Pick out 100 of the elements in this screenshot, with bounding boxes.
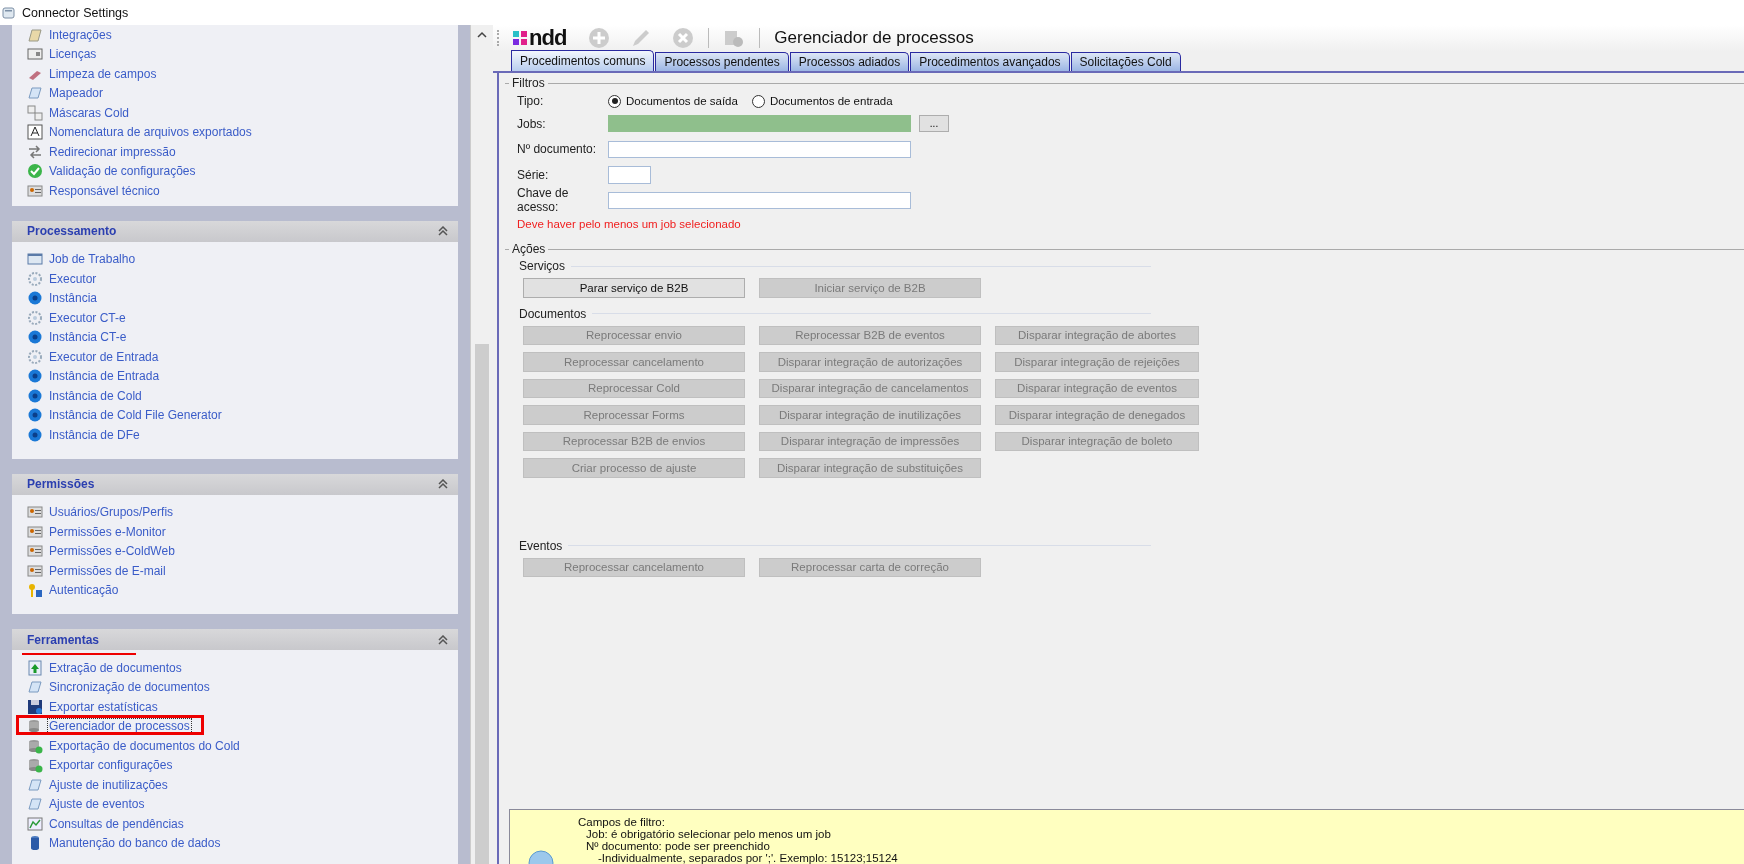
sidebar-link[interactable]: Licenças xyxy=(48,47,98,62)
sidebar-link[interactable]: Mapeador xyxy=(48,86,105,101)
field-label: Tipo: xyxy=(517,94,545,108)
panel-title: Ferramentas xyxy=(27,632,100,647)
key-icon xyxy=(27,582,43,599)
radio-option[interactable]: Documentos de saída xyxy=(608,94,738,108)
panel-title: Processamento xyxy=(27,224,117,238)
sidebar-link[interactable]: Consultas de pendências xyxy=(48,816,185,831)
id-card-icon xyxy=(27,504,43,521)
sidebar-link[interactable]: Permissões e-Monitor xyxy=(48,524,167,539)
gear-icon xyxy=(27,290,43,307)
sidebar-link[interactable]: Executor xyxy=(48,271,98,286)
sidebar-link[interactable]: Manutenção do banco de dados xyxy=(48,836,222,851)
panel-header[interactable]: Permissões xyxy=(12,473,458,495)
input-field[interactable] xyxy=(608,140,911,158)
help-text: Campos de filtro: xyxy=(578,816,666,828)
sidebar-link[interactable]: Instância xyxy=(48,291,99,306)
sidebar-link[interactable]: Redirecionar impressão xyxy=(48,144,177,159)
sidebar-link[interactable]: Executor de Entrada xyxy=(48,349,160,364)
close-icon[interactable] xyxy=(672,27,695,49)
group-title: Ações xyxy=(512,242,546,256)
upload-icon xyxy=(27,659,43,676)
collapse-icon[interactable] xyxy=(438,226,448,236)
panel-title: Permissões xyxy=(27,477,95,491)
action-button[interactable]: Parar serviço de B2B xyxy=(523,278,745,298)
sidebar-link[interactable]: Gerenciador de processos xyxy=(48,719,191,734)
error-message: Deve haver pelo menos um job selecionado xyxy=(516,218,742,230)
sidebar-link[interactable]: Instância de Cold File Generator xyxy=(48,408,223,423)
id-card-icon xyxy=(27,523,43,540)
sidebar-link[interactable]: Extração de documentos xyxy=(48,660,183,675)
caret-icon[interactable] xyxy=(477,31,487,39)
gear-icon xyxy=(27,309,43,326)
id-card-icon xyxy=(27,182,43,199)
sidebar-link[interactable]: Ajuste de inutilizações xyxy=(48,777,169,792)
scrollbar-thumb[interactable] xyxy=(475,344,489,864)
sidebar-link[interactable]: Exportar estatísticas xyxy=(48,699,159,714)
input-field[interactable] xyxy=(608,165,651,184)
sidebar-link[interactable]: Instância de Entrada xyxy=(48,369,161,384)
tab[interactable]: Procedimentos comuns xyxy=(511,50,655,71)
sidebar-link[interactable]: Instância de Cold xyxy=(48,388,143,403)
arrows-icon xyxy=(27,143,43,160)
browse-button[interactable]: ... xyxy=(919,115,949,133)
id-card-icon xyxy=(27,562,43,579)
sidebar-link[interactable]: Job de Trabalho xyxy=(48,252,137,267)
group-title: Filtros xyxy=(512,76,545,90)
sidebar-link[interactable]: Nomenclatura de arquivos exportados xyxy=(48,125,253,140)
logo-icon xyxy=(513,31,527,45)
input-field[interactable] xyxy=(608,191,911,209)
sidebar-link[interactable]: Instância de DFe xyxy=(48,427,141,442)
database-icon xyxy=(27,757,43,774)
panel-header[interactable]: Processamento xyxy=(12,220,458,242)
info-icon xyxy=(528,850,554,864)
tab[interactable]: Procedimentos avançados xyxy=(910,52,1070,71)
sidebar-link[interactable]: Responsável técnico xyxy=(48,183,161,198)
sidebar-link[interactable]: Integrações xyxy=(48,27,113,42)
sidebar-link[interactable]: Instância CT-e xyxy=(48,330,128,345)
gear-icon xyxy=(27,387,43,404)
radio-button[interactable] xyxy=(751,94,765,108)
app-icon xyxy=(2,5,16,20)
sidebar-link[interactable]: Usuários/Grupos/Perfis xyxy=(48,505,175,520)
radio-button[interactable] xyxy=(608,94,621,108)
check-icon xyxy=(27,163,43,180)
sidebar-link[interactable]: Permissões de E-mail xyxy=(48,563,167,578)
sidebar-link[interactable]: Máscaras Cold xyxy=(48,105,131,120)
id-card-icon xyxy=(27,543,43,560)
gear-icon xyxy=(27,270,43,287)
sheet-icon xyxy=(27,776,43,793)
help-text: Nº documento: pode ser preenchido xyxy=(585,840,771,852)
gear-icon xyxy=(27,348,43,365)
sheet-icon xyxy=(27,679,43,696)
sidebar-link[interactable]: Exportação de documentos do Cold xyxy=(48,738,241,753)
sidebar-link[interactable]: Autenticação xyxy=(48,583,120,598)
gear-icon xyxy=(27,329,43,346)
collapse-icon[interactable] xyxy=(438,634,448,645)
sidebar-link[interactable]: Permissões e-ColdWeb xyxy=(48,544,176,559)
logo-text: ndd xyxy=(529,27,567,49)
group-title: Eventos xyxy=(519,538,563,553)
letter-icon xyxy=(27,124,43,141)
tab[interactable]: Processos adiados xyxy=(789,52,910,71)
page-title: Gerenciador de processos xyxy=(774,28,974,48)
sidebar-link[interactable]: Ajuste de eventos xyxy=(48,797,146,812)
radio-option[interactable]: Documentos de entrada xyxy=(751,94,893,108)
sidebar-link[interactable]: Exportar configurações xyxy=(48,758,174,773)
tab[interactable]: Processos pendentes xyxy=(655,52,789,71)
gear-icon xyxy=(27,426,43,443)
add-icon[interactable] xyxy=(588,27,611,49)
sidebar-link[interactable]: Validação de configurações xyxy=(48,164,197,179)
collapse-icon[interactable] xyxy=(438,479,448,489)
help-text: -Individualmente, separados por ';'. Exemplo: 15123;15124 xyxy=(597,852,898,864)
jobs-field[interactable] xyxy=(608,115,911,133)
card-icon xyxy=(27,46,43,63)
group-title: Serviços xyxy=(519,259,565,273)
tab[interactable]: Solicitações Cold xyxy=(1070,52,1181,71)
sidebar-link[interactable]: Executor CT-e xyxy=(48,310,127,325)
window-icon xyxy=(27,251,43,268)
sheet-icon xyxy=(27,85,43,102)
field-label: Nº documento: xyxy=(517,142,598,157)
sidebar-link[interactable]: Sincronização de documentos xyxy=(48,680,211,695)
database-icon xyxy=(27,737,43,754)
sidebar-link[interactable]: Limpeza de campos xyxy=(48,66,158,81)
